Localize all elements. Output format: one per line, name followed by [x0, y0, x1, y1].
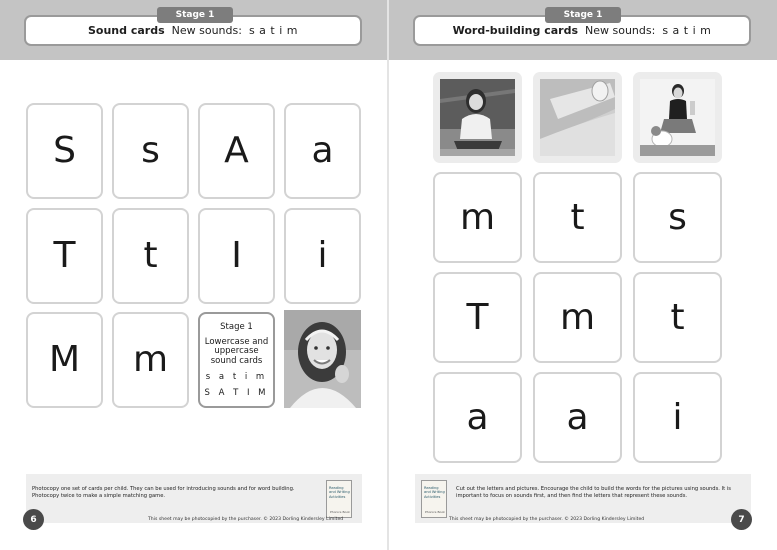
- picture-card-woman-with-dog[interactable]: [633, 72, 722, 163]
- sound-card[interactable]: T: [26, 208, 103, 304]
- card-letter: I: [231, 235, 242, 276]
- page-number: 6: [23, 509, 44, 530]
- card-letter: m: [132, 339, 169, 380]
- book-thumbnail-title: Reading and Writing Activities: [424, 486, 445, 499]
- page-title: Sound cards: [87, 24, 165, 37]
- picture-card-sitting-woman[interactable]: [433, 72, 522, 163]
- right-page: Word-building cards New sounds: s a t i …: [389, 0, 777, 550]
- left-page: Sound cards New sounds: s a t i m Stage …: [0, 0, 388, 550]
- sound-card[interactable]: s: [112, 103, 189, 199]
- card-letter: a: [466, 396, 489, 438]
- info-card-stage: Stage 1: [220, 321, 253, 332]
- info-card-lowercase: s a t i m: [205, 372, 268, 383]
- page-footer: Photocopy one set of cards per child. Th…: [26, 474, 362, 523]
- new-sounds-letters: s a t i m: [662, 24, 712, 37]
- card-letter: t: [570, 196, 585, 238]
- page-title: Word-building cards: [452, 24, 578, 37]
- card-letter: T: [53, 235, 76, 276]
- card-letter: A: [224, 130, 249, 171]
- word-building-card[interactable]: t: [533, 172, 622, 263]
- sound-card[interactable]: t: [112, 208, 189, 304]
- sound-card[interactable]: I: [198, 208, 275, 304]
- rolled-mat-photo: [540, 79, 615, 156]
- footer-instructions: Cut out the letters and pictures. Encour…: [456, 486, 731, 500]
- card-letter: M: [48, 339, 81, 380]
- card-letter: s: [668, 196, 687, 238]
- card-letter: t: [670, 296, 685, 338]
- sound-card[interactable]: m: [112, 312, 189, 408]
- card-letter: a: [311, 130, 334, 171]
- woman-with-dog-photo: [640, 79, 715, 156]
- book-thumbnail-subtitle: Phonics Book: [425, 510, 445, 514]
- picture-card-mat[interactable]: [533, 72, 622, 163]
- sound-card[interactable]: S: [26, 103, 103, 199]
- stage-info-card: Stage 1 Lowercase and uppercase sound ca…: [198, 312, 275, 408]
- card-letter: T: [466, 296, 489, 338]
- new-sounds-label: New sounds:: [585, 24, 656, 37]
- footer-instructions: Photocopy one set of cards per child. Th…: [32, 486, 295, 500]
- sound-card[interactable]: i: [284, 208, 361, 304]
- card-letter: S: [53, 130, 76, 171]
- new-sounds-letters: s a t i m: [248, 24, 298, 37]
- card-letter: a: [566, 396, 589, 438]
- card-letter: m: [459, 196, 496, 238]
- copyright-notice: This sheet may be photocopied by the pur…: [148, 517, 344, 522]
- page-footer: Reading and Writing Activities Phonics B…: [415, 474, 751, 523]
- info-card-uppercase: S A T I M: [204, 388, 269, 399]
- book-thumbnail: Reading and Writing Activities Phonics B…: [326, 480, 352, 518]
- word-building-card[interactable]: s: [633, 172, 722, 263]
- card-letter: i: [672, 396, 683, 438]
- book-thumbnail: Reading and Writing Activities Phonics B…: [421, 480, 447, 518]
- card-letter: s: [141, 130, 160, 171]
- card-letter: i: [317, 235, 328, 276]
- card-letter: t: [143, 235, 158, 276]
- sound-card[interactable]: M: [26, 312, 103, 408]
- word-building-card[interactable]: i: [633, 372, 722, 463]
- stage-tab: Stage 1: [157, 7, 233, 23]
- word-building-card[interactable]: m: [433, 172, 522, 263]
- word-building-card[interactable]: t: [633, 272, 722, 363]
- woman-smiling-photo: [284, 310, 361, 408]
- new-sounds-label: New sounds:: [171, 24, 242, 37]
- word-building-card[interactable]: a: [533, 372, 622, 463]
- word-building-card[interactable]: T: [433, 272, 522, 363]
- info-card-description: Lowercase and uppercase sound cards: [204, 336, 269, 366]
- sound-card[interactable]: A: [198, 103, 275, 199]
- book-thumbnail-title: Reading and Writing Activities: [329, 486, 350, 499]
- book-thumbnail-subtitle: Phonics Book: [330, 510, 350, 514]
- sitting-woman-photo: [440, 79, 515, 156]
- sound-card[interactable]: a: [284, 103, 361, 199]
- word-building-card[interactable]: m: [533, 272, 622, 363]
- word-building-card[interactable]: a: [433, 372, 522, 463]
- copyright-notice: This sheet may be photocopied by the pur…: [449, 517, 645, 522]
- card-letter: m: [559, 296, 596, 338]
- stage-tab: Stage 1: [545, 7, 621, 23]
- page-number: 7: [731, 509, 752, 530]
